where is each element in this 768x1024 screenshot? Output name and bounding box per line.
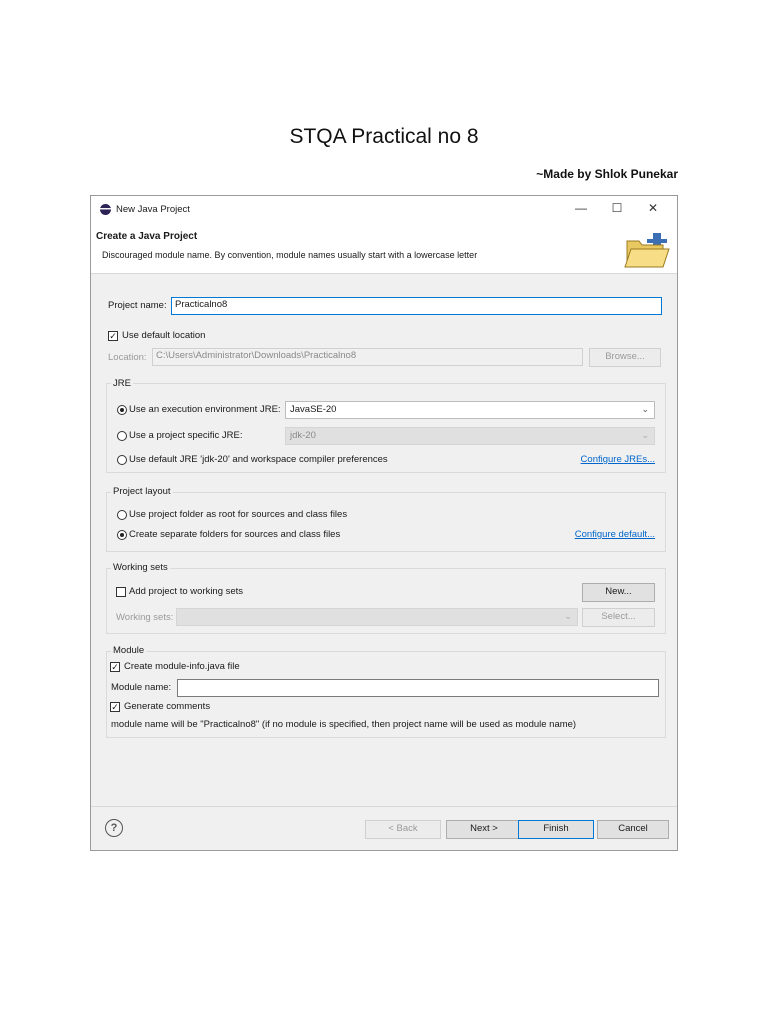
project-folder-root-radio[interactable] [117,510,127,520]
project-specific-jre-value: jdk-20 [290,430,316,441]
generate-comments-checkbox[interactable]: ✓ [110,702,120,712]
configure-default-link[interactable]: Configure default... [575,529,655,540]
project-specific-jre-radio[interactable] [117,431,127,441]
execution-env-radio[interactable] [117,405,127,415]
working-sets-select[interactable]: ⌄ [176,608,578,626]
wizard-message: Discouraged module name. By convention, … [102,250,478,260]
separate-folders-label: Create separate folders for sources and … [129,529,341,540]
minimize-button[interactable]: — [563,201,599,215]
document-title: STQA Practical no 8 [289,125,479,148]
project-layout-group [106,492,666,552]
eclipse-icon [100,203,111,215]
default-jre-label: Use default JRE 'jdk-20' and workspace c… [129,454,388,465]
add-working-sets-checkbox[interactable] [116,587,126,597]
execution-env-label: Use an execution environment JRE: [129,404,281,415]
default-jre-radio[interactable] [117,455,127,465]
finish-button[interactable]: Finish [518,820,594,839]
project-specific-jre-select[interactable]: jdk-20 ⌄ [285,427,655,445]
help-icon[interactable]: ? [105,819,123,837]
use-default-location-label: Use default location [122,330,206,341]
window-titlebar[interactable]: New Java Project — ☐ ✕ [91,196,677,222]
create-module-info-label: Create module-info.java file [124,661,240,672]
cancel-button[interactable]: Cancel [597,820,669,839]
browse-button[interactable]: Browse... [589,348,661,367]
next-button[interactable]: Next > [446,820,522,839]
location-input[interactable]: C:\Users\Administrator\Downloads\Practic… [152,348,583,366]
wizard-header: Create a Java Project Discouraged module… [91,222,677,274]
generate-comments-label: Generate comments [124,701,211,712]
module-name-input[interactable] [177,679,659,697]
wizard-title: Create a Java Project [96,231,198,242]
project-folder-root-label: Use project folder as root for sources a… [129,509,348,520]
separate-folders-radio[interactable] [117,530,127,540]
execution-env-value: JavaSE-20 [290,404,337,415]
chevron-down-icon: ⌄ [641,404,649,414]
create-module-info-checkbox[interactable]: ✓ [110,662,120,672]
chevron-down-icon: ⌄ [564,611,572,621]
execution-env-select[interactable]: JavaSE-20 ⌄ [285,401,655,419]
module-group-label: Module [111,645,147,656]
java-project-folder-icon [624,233,670,268]
module-name-note: module name will be "Practicalno8" (if n… [111,719,577,730]
maximize-button[interactable]: ☐ [599,201,635,215]
document-author: ~Made by Shlok Punekar [536,167,678,181]
back-button[interactable]: < Back [365,820,441,839]
footer-separator [91,806,677,807]
project-layout-group-label: Project layout [111,486,173,497]
add-working-sets-label: Add project to working sets [129,586,244,597]
close-button[interactable]: ✕ [635,201,671,215]
window-title: New Java Project [116,203,190,215]
select-working-set-button[interactable]: Select... [582,608,655,627]
configure-jres-link[interactable]: Configure JREs... [581,454,655,465]
new-working-set-button[interactable]: New... [582,583,655,602]
working-sets-group-label: Working sets [111,562,170,573]
project-specific-jre-label: Use a project specific JRE: [129,430,243,441]
jre-group-label: JRE [111,378,133,389]
project-name-label: Project name: [108,300,167,311]
chevron-down-icon: ⌄ [641,430,649,440]
new-java-project-dialog: New Java Project — ☐ ✕ Create a Java Pro… [90,195,678,851]
location-label: Location: [108,352,147,363]
project-name-input[interactable]: Practicalno8 [171,297,662,315]
module-name-label: Module name: [111,682,172,693]
working-sets-label: Working sets: [116,612,174,623]
use-default-location-checkbox[interactable]: ✓ [108,331,118,341]
